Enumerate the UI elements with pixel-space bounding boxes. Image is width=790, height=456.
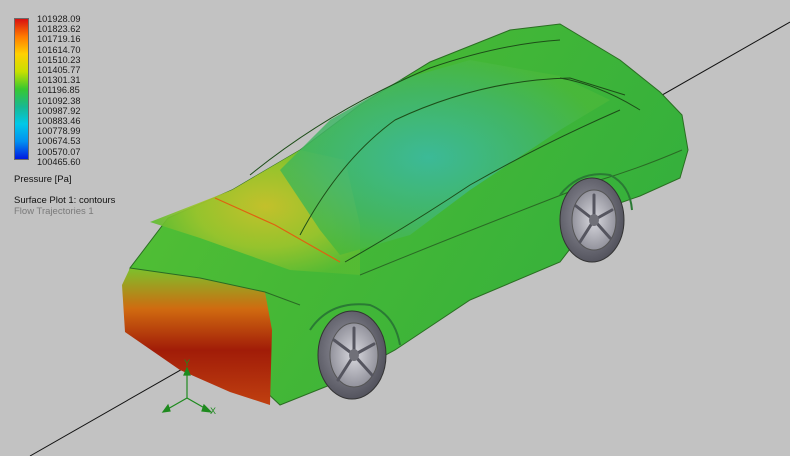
legend-value: 100674.53 (37, 136, 81, 147)
legend-value: 100570.07 (37, 146, 81, 157)
triad-x-label: X (210, 406, 216, 416)
triad-y-label: Y (184, 358, 190, 368)
legend-values: 101928.09 101823.62 101719.16 101614.70 … (37, 14, 147, 167)
legend-value: 100465.60 (37, 156, 81, 167)
flow-trajectories-label[interactable]: Flow Trajectories 1 (14, 206, 94, 217)
legend-unit-label: Pressure [Pa] (14, 174, 72, 185)
legend-value: 101301.31 (37, 75, 81, 86)
legend-value: 101092.38 (37, 95, 81, 106)
legend-value: 100778.99 (37, 126, 81, 137)
legend-value: 101719.16 (37, 34, 81, 45)
legend-value: 100883.46 (37, 116, 81, 127)
legend-value: 101405.77 (37, 65, 81, 76)
front-wheel (317, 310, 387, 400)
legend-value: 101823.62 (37, 24, 81, 35)
legend-value: 101510.23 (37, 54, 81, 65)
legend-value: 101614.70 (37, 44, 81, 55)
legend-value: 100987.92 (37, 105, 81, 116)
rear-wheel (559, 177, 625, 263)
surface-plot-label[interactable]: Surface Plot 1: contours (14, 195, 115, 206)
pressure-legend: 101928.09 101823.62 101719.16 101614.70 … (14, 14, 154, 170)
graphics-viewport[interactable]: X Y 101928.09 101823.62 101719.16 101614… (0, 0, 790, 456)
colorbar (14, 18, 29, 160)
legend-value: 101928.09 (37, 14, 81, 24)
legend-value: 101196.85 (37, 85, 80, 96)
